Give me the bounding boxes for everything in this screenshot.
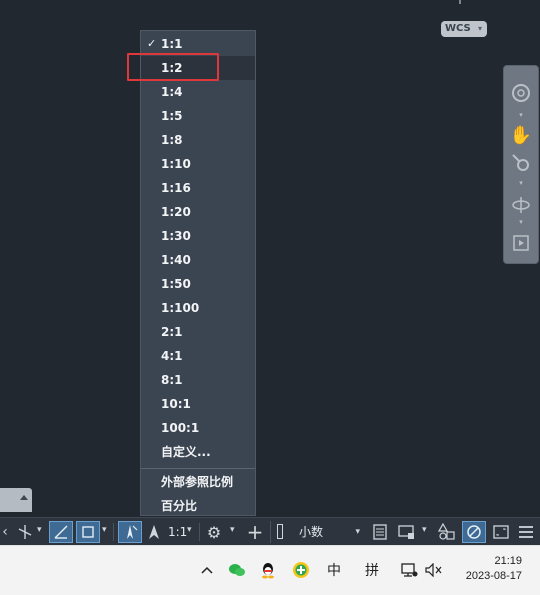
scale-menu-item[interactable]: 100:1 xyxy=(141,416,255,440)
scale-menu-item[interactable]: 1:16 xyxy=(141,176,255,200)
chevron-down-icon[interactable]: ▾ xyxy=(516,111,526,119)
security-app-icon[interactable] xyxy=(291,559,311,581)
chevron-down-icon: ▾ xyxy=(477,24,482,33)
ime-input-indicator[interactable]: 拼 xyxy=(362,559,382,581)
isolate-objects-icon[interactable] xyxy=(436,521,458,543)
scale-menu-item[interactable]: 1:50 xyxy=(141,272,255,296)
scale-menu-item[interactable]: 10:1 xyxy=(141,392,255,416)
steering-wheel-icon[interactable] xyxy=(509,82,533,104)
drawing-canvas[interactable] xyxy=(0,0,540,545)
scale-menu-item[interactable]: 1:30 xyxy=(141,224,255,248)
scale-menu-item[interactable]: 2:1 xyxy=(141,320,255,344)
scale-menu-option[interactable]: 百分比 xyxy=(141,494,255,518)
isodraft-icon[interactable] xyxy=(14,521,36,543)
command-line-toggle[interactable] xyxy=(0,488,32,512)
pan-hand-icon[interactable]: ✋ xyxy=(509,124,533,146)
orbit-icon[interactable] xyxy=(509,194,533,216)
scale-menu-option[interactable]: 外部参照比例 xyxy=(141,470,255,494)
scale-menu-item[interactable]: 1:40 xyxy=(141,248,255,272)
zoom-icon[interactable] xyxy=(509,152,533,174)
quick-properties-icon[interactable] xyxy=(369,521,391,543)
windows-taskbar: 中 拼 21:19 2023-08-17 xyxy=(0,545,540,595)
clean-screen-icon[interactable] xyxy=(490,521,512,543)
plus-icon[interactable]: + xyxy=(244,520,266,544)
qq-icon[interactable] xyxy=(258,559,278,581)
annotation-scale-value[interactable]: 1:1 xyxy=(168,521,187,543)
chevron-down-icon[interactable]: ▾ xyxy=(230,525,235,535)
gear-icon[interactable]: ⚙ xyxy=(203,521,225,543)
scale-menu-item[interactable]: 1:5 xyxy=(141,104,255,128)
scale-menu-item[interactable]: 8:1 xyxy=(141,368,255,392)
chevron-down-icon[interactable]: ▾ xyxy=(516,218,526,226)
scale-menu-item[interactable]: 1:20 xyxy=(141,200,255,224)
clock-time: 21:19 xyxy=(494,555,522,567)
wcs-menu[interactable]: WCS ▾ xyxy=(441,21,487,37)
chevron-down-icon: ▾ xyxy=(355,527,360,537)
left-overflow-arrow[interactable]: ‹ xyxy=(0,521,10,543)
volume-muted-icon[interactable] xyxy=(424,559,444,581)
highlight-annotation-box xyxy=(127,53,219,81)
ruler-icon xyxy=(277,524,283,539)
divider xyxy=(199,523,200,541)
chevron-down-icon[interactable]: ▾ xyxy=(102,525,107,535)
showmotion-icon[interactable] xyxy=(509,232,533,254)
chevron-down-icon[interactable]: ▾ xyxy=(422,525,427,535)
scale-menu-item[interactable]: 4:1 xyxy=(141,344,255,368)
menu-separator xyxy=(141,468,255,469)
object-snap-button[interactable] xyxy=(76,521,100,543)
system-clock[interactable]: 21:19 2023-08-17 xyxy=(466,554,522,584)
scale-menu-item[interactable]: 自定义... xyxy=(141,440,255,464)
ime-mode-indicator[interactable]: 中 xyxy=(324,559,344,581)
chevron-down-icon[interactable]: ▾ xyxy=(187,525,192,535)
scale-menu-item[interactable]: 1:8 xyxy=(141,128,255,152)
annotation-scale-menu: 1:1 ✓ 1:2 1:4 1:5 1:8 1:10 1:16 1:20 1:30 1:40 1:50… xyxy=(140,30,256,516)
wechat-icon[interactable] xyxy=(227,559,247,581)
units-selector[interactable]: 小数 ▾ xyxy=(270,521,366,543)
divider xyxy=(113,523,114,541)
status-bar: ‹ ▾ ▾ 1:1 ▾ ⚙ ▾ + 小数 ▾ ▾ xyxy=(0,517,540,546)
chevron-down-icon[interactable]: ▾ xyxy=(516,179,526,187)
network-icon[interactable] xyxy=(399,559,419,581)
units-value: 小数 xyxy=(299,525,324,539)
wcs-label: WCS xyxy=(445,23,471,34)
chevron-down-icon[interactable]: ▾ xyxy=(37,525,42,535)
osnap-tracking-button[interactable] xyxy=(49,521,73,543)
clock-date: 2023-08-17 xyxy=(465,570,522,582)
navigation-bar: ▾ ✋ ▾ ▾ xyxy=(503,65,539,264)
lock-ui-icon[interactable] xyxy=(396,521,418,543)
chevron-up-icon[interactable] xyxy=(198,559,216,581)
crosshair-tick xyxy=(459,0,461,4)
hardware-acceleration-button[interactable] xyxy=(462,521,486,543)
customization-menu-icon[interactable] xyxy=(515,521,537,543)
scale-menu-item[interactable]: 1:100 xyxy=(141,296,255,320)
annotation-visibility-button[interactable] xyxy=(118,521,142,543)
annotation-autoscale-icon[interactable] xyxy=(144,521,164,543)
scale-menu-item[interactable]: 1:10 xyxy=(141,152,255,176)
chevron-up-icon xyxy=(20,495,28,500)
scale-menu-item[interactable]: 1:4 xyxy=(141,80,255,104)
